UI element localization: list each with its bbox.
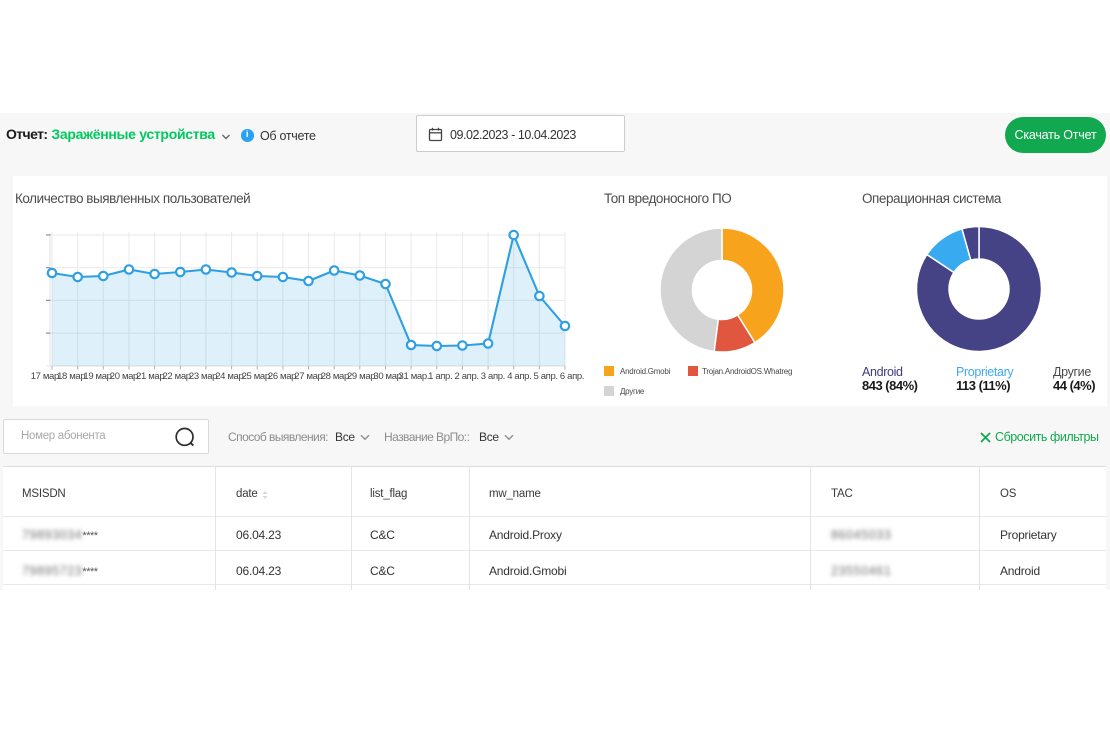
svg-text:20 мар: 20 мар xyxy=(110,371,138,382)
svg-text:29 мар: 29 мар xyxy=(347,371,375,382)
svg-text:2 апр.: 2 апр. xyxy=(455,371,479,382)
svg-text:28 мар: 28 мар xyxy=(321,371,349,382)
svg-text:31 мар.: 31 мар. xyxy=(399,371,430,382)
svg-text:22 мар: 22 мар xyxy=(162,371,190,382)
svg-text:6 апр.: 6 апр. xyxy=(560,371,584,382)
svg-text:24 мар: 24 мар xyxy=(215,371,243,382)
svg-text:18 мар: 18 мар xyxy=(57,371,85,382)
svg-text:25 мар: 25 мар xyxy=(242,371,270,382)
svg-text:5 апр.: 5 апр. xyxy=(534,371,558,382)
svg-text:30 мар: 30 мар xyxy=(373,371,401,382)
svg-text:4 апр.: 4 апр. xyxy=(507,371,531,382)
svg-text:19 мар: 19 мар xyxy=(83,371,111,382)
svg-text:3 апр.: 3 апр. xyxy=(481,371,505,382)
svg-text:1 апр.: 1 апр. xyxy=(428,371,452,382)
svg-text:17 мар: 17 мар xyxy=(31,371,59,382)
svg-text:26 мар: 26 мар xyxy=(268,371,296,382)
svg-text:23 мар: 23 мар xyxy=(189,371,217,382)
svg-text:21 мар: 21 мар xyxy=(136,371,164,382)
svg-text:27 мар: 27 мар xyxy=(294,371,322,382)
